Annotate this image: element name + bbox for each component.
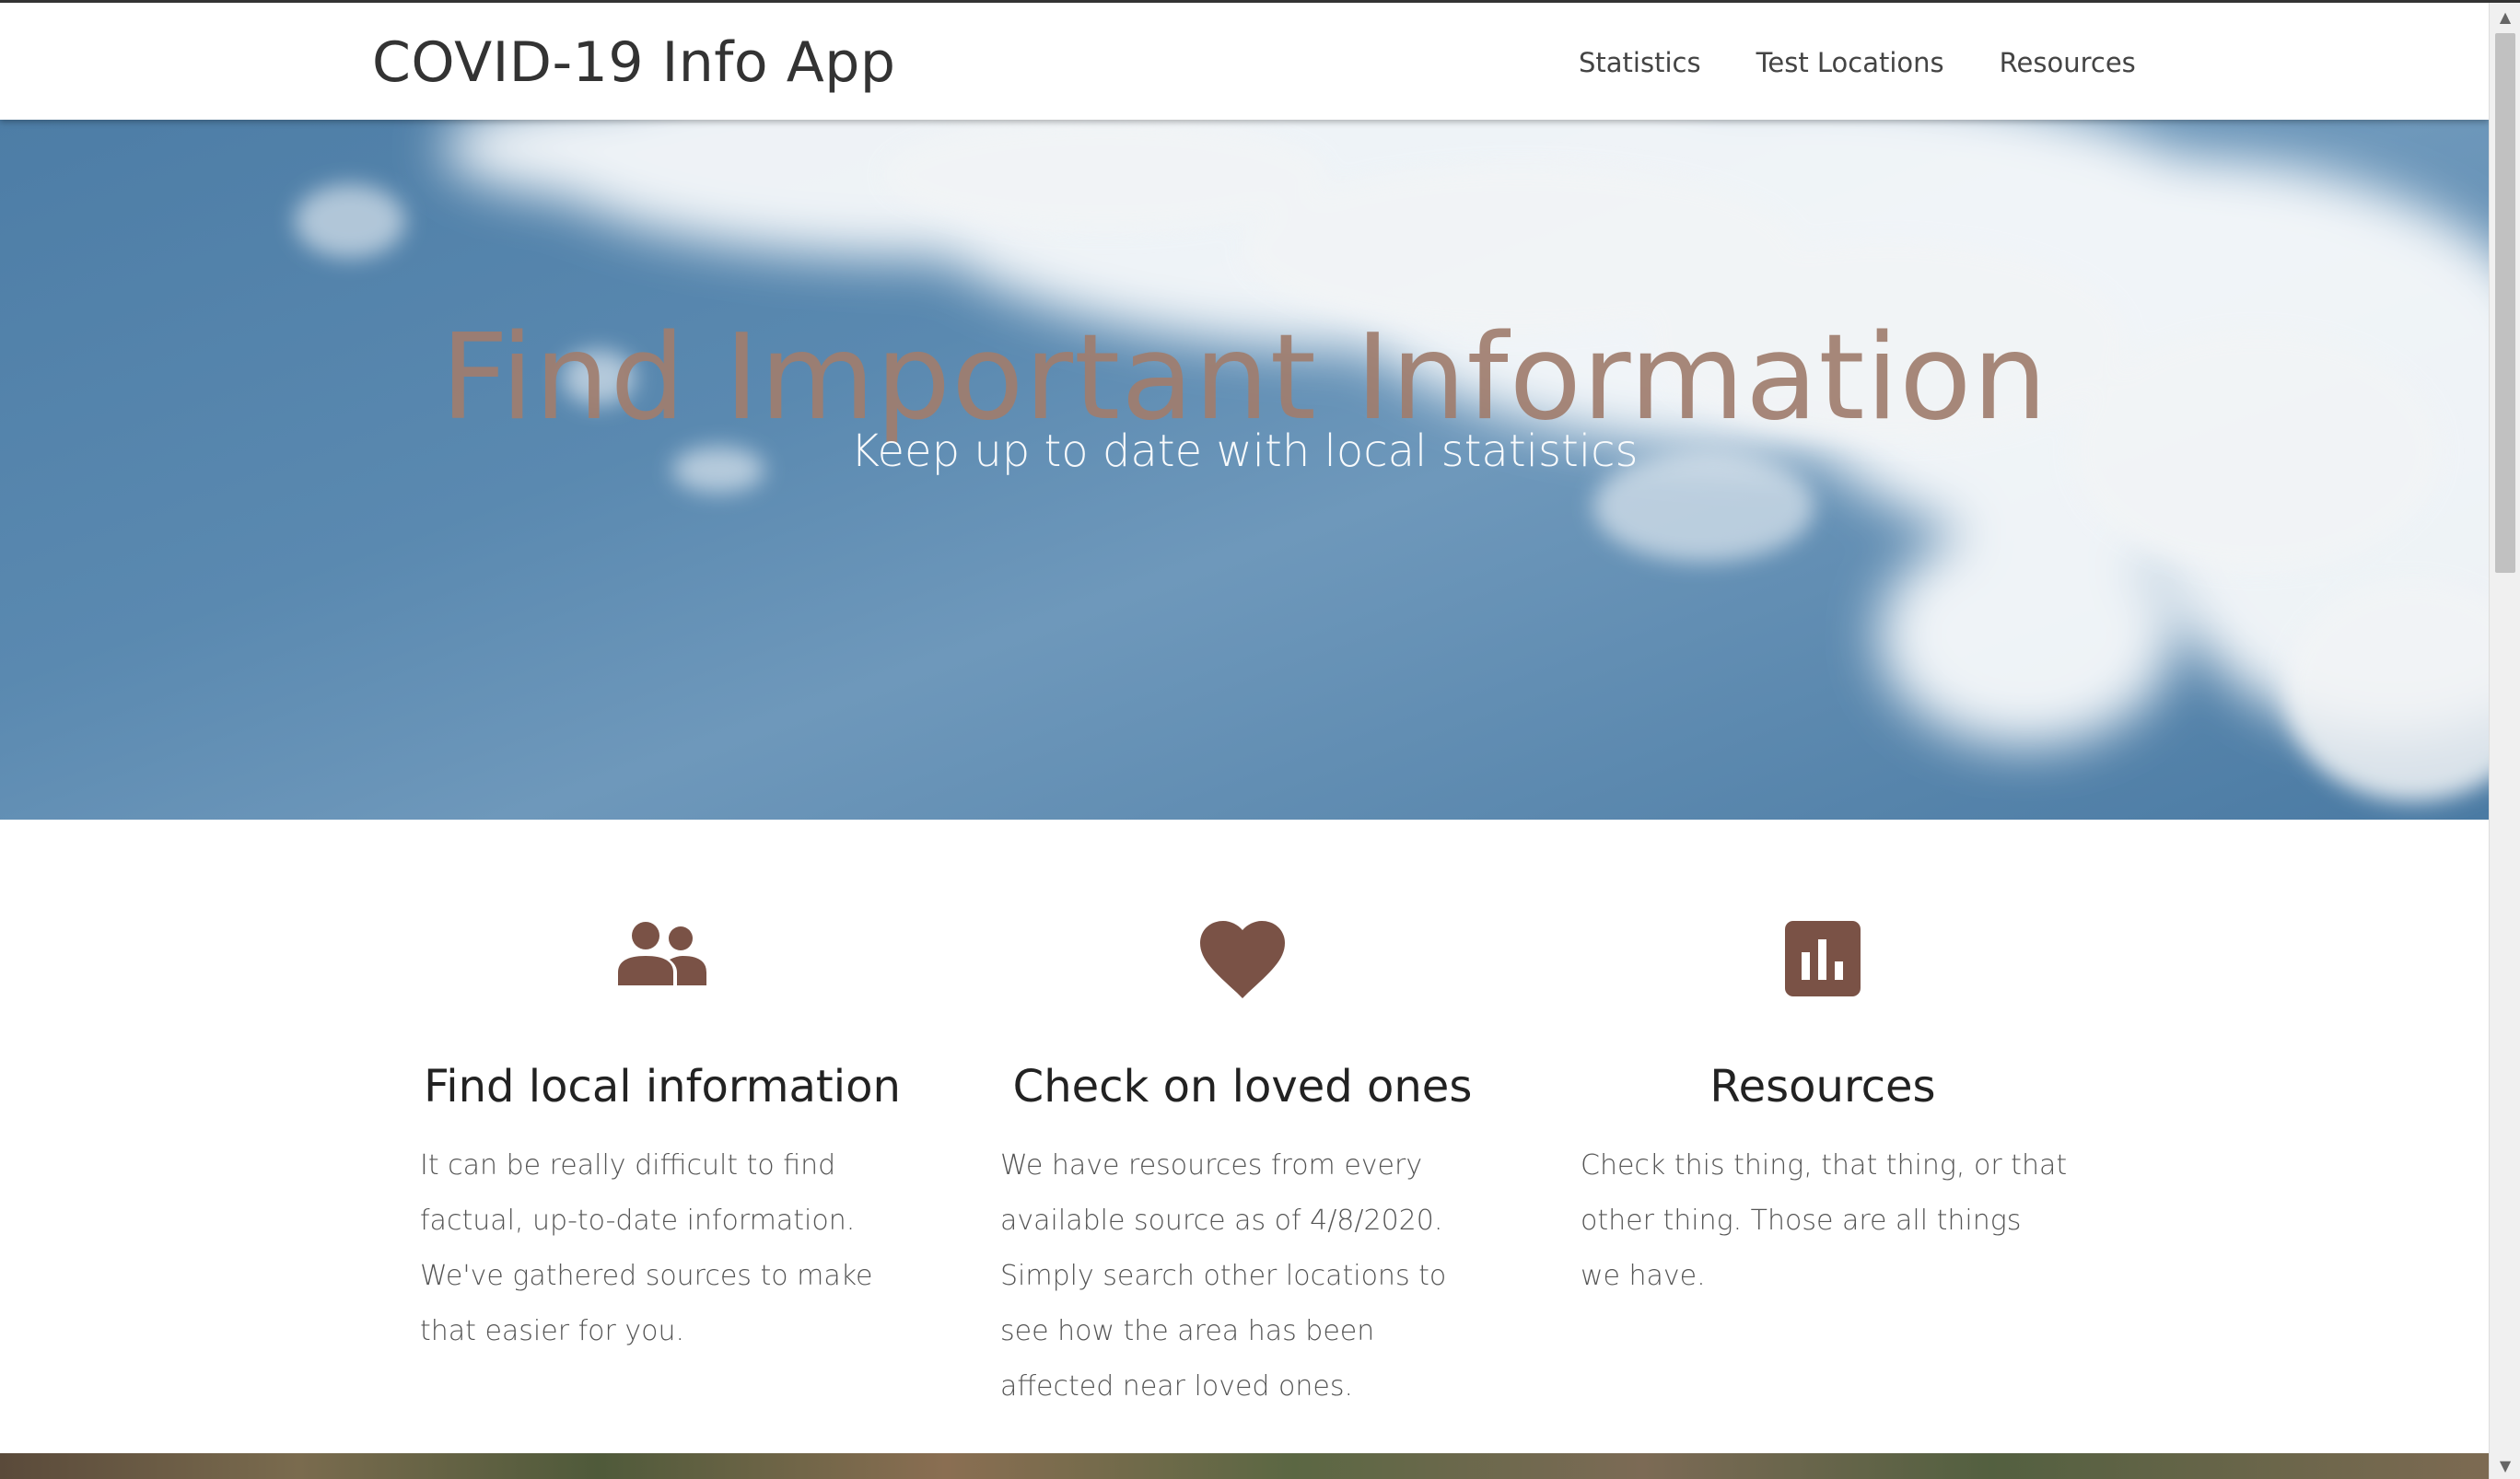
scroll-up-arrow-icon[interactable]: ▲ [2490,3,2520,30]
nav-link-test-locations[interactable]: Test Locations [1756,47,1944,78]
hero-banner: Find Important Information Keep up to da… [0,120,2489,820]
feature-title: Find local information [424,1061,901,1112]
scroll-down-arrow-icon[interactable]: ▼ [2490,1451,2520,1479]
page: COVID-19 Info App Statistics Test Locati… [0,0,2489,1479]
navbar: COVID-19 Info App Statistics Test Locati… [0,3,2489,120]
feature-title: Resources [1709,1061,1936,1112]
scrollbar-thumb[interactable] [2495,33,2515,573]
nav-link-statistics[interactable]: Statistics [1579,47,1701,78]
vertical-scrollbar[interactable]: ▲ ▼ [2489,0,2520,1479]
feature-description: It can be really difficult to find factu… [420,1149,873,1347]
next-section-image-strip [0,1453,2489,1479]
feature-title: Check on loved ones [1012,1061,1473,1112]
window-top-border [0,0,2520,3]
bar-chart-icon [1785,921,1861,1004]
feature-description: We have resources from every available s… [1000,1149,1447,1403]
people-icon [616,921,708,1004]
hero-subtitle: Keep up to date with local statistics [850,425,1639,477]
brand-logo-text[interactable]: COVID-19 Info App [372,30,895,95]
features-section: Find local information It can be really … [372,884,2113,1403]
feature-description: Check this thing, that thing, or that ot… [1581,1149,2068,1292]
nav-link-resources[interactable]: Resources [2000,47,2136,78]
nav-links: Statistics Test Locations Resources [1579,47,2136,78]
heart-icon [1200,921,1285,1004]
